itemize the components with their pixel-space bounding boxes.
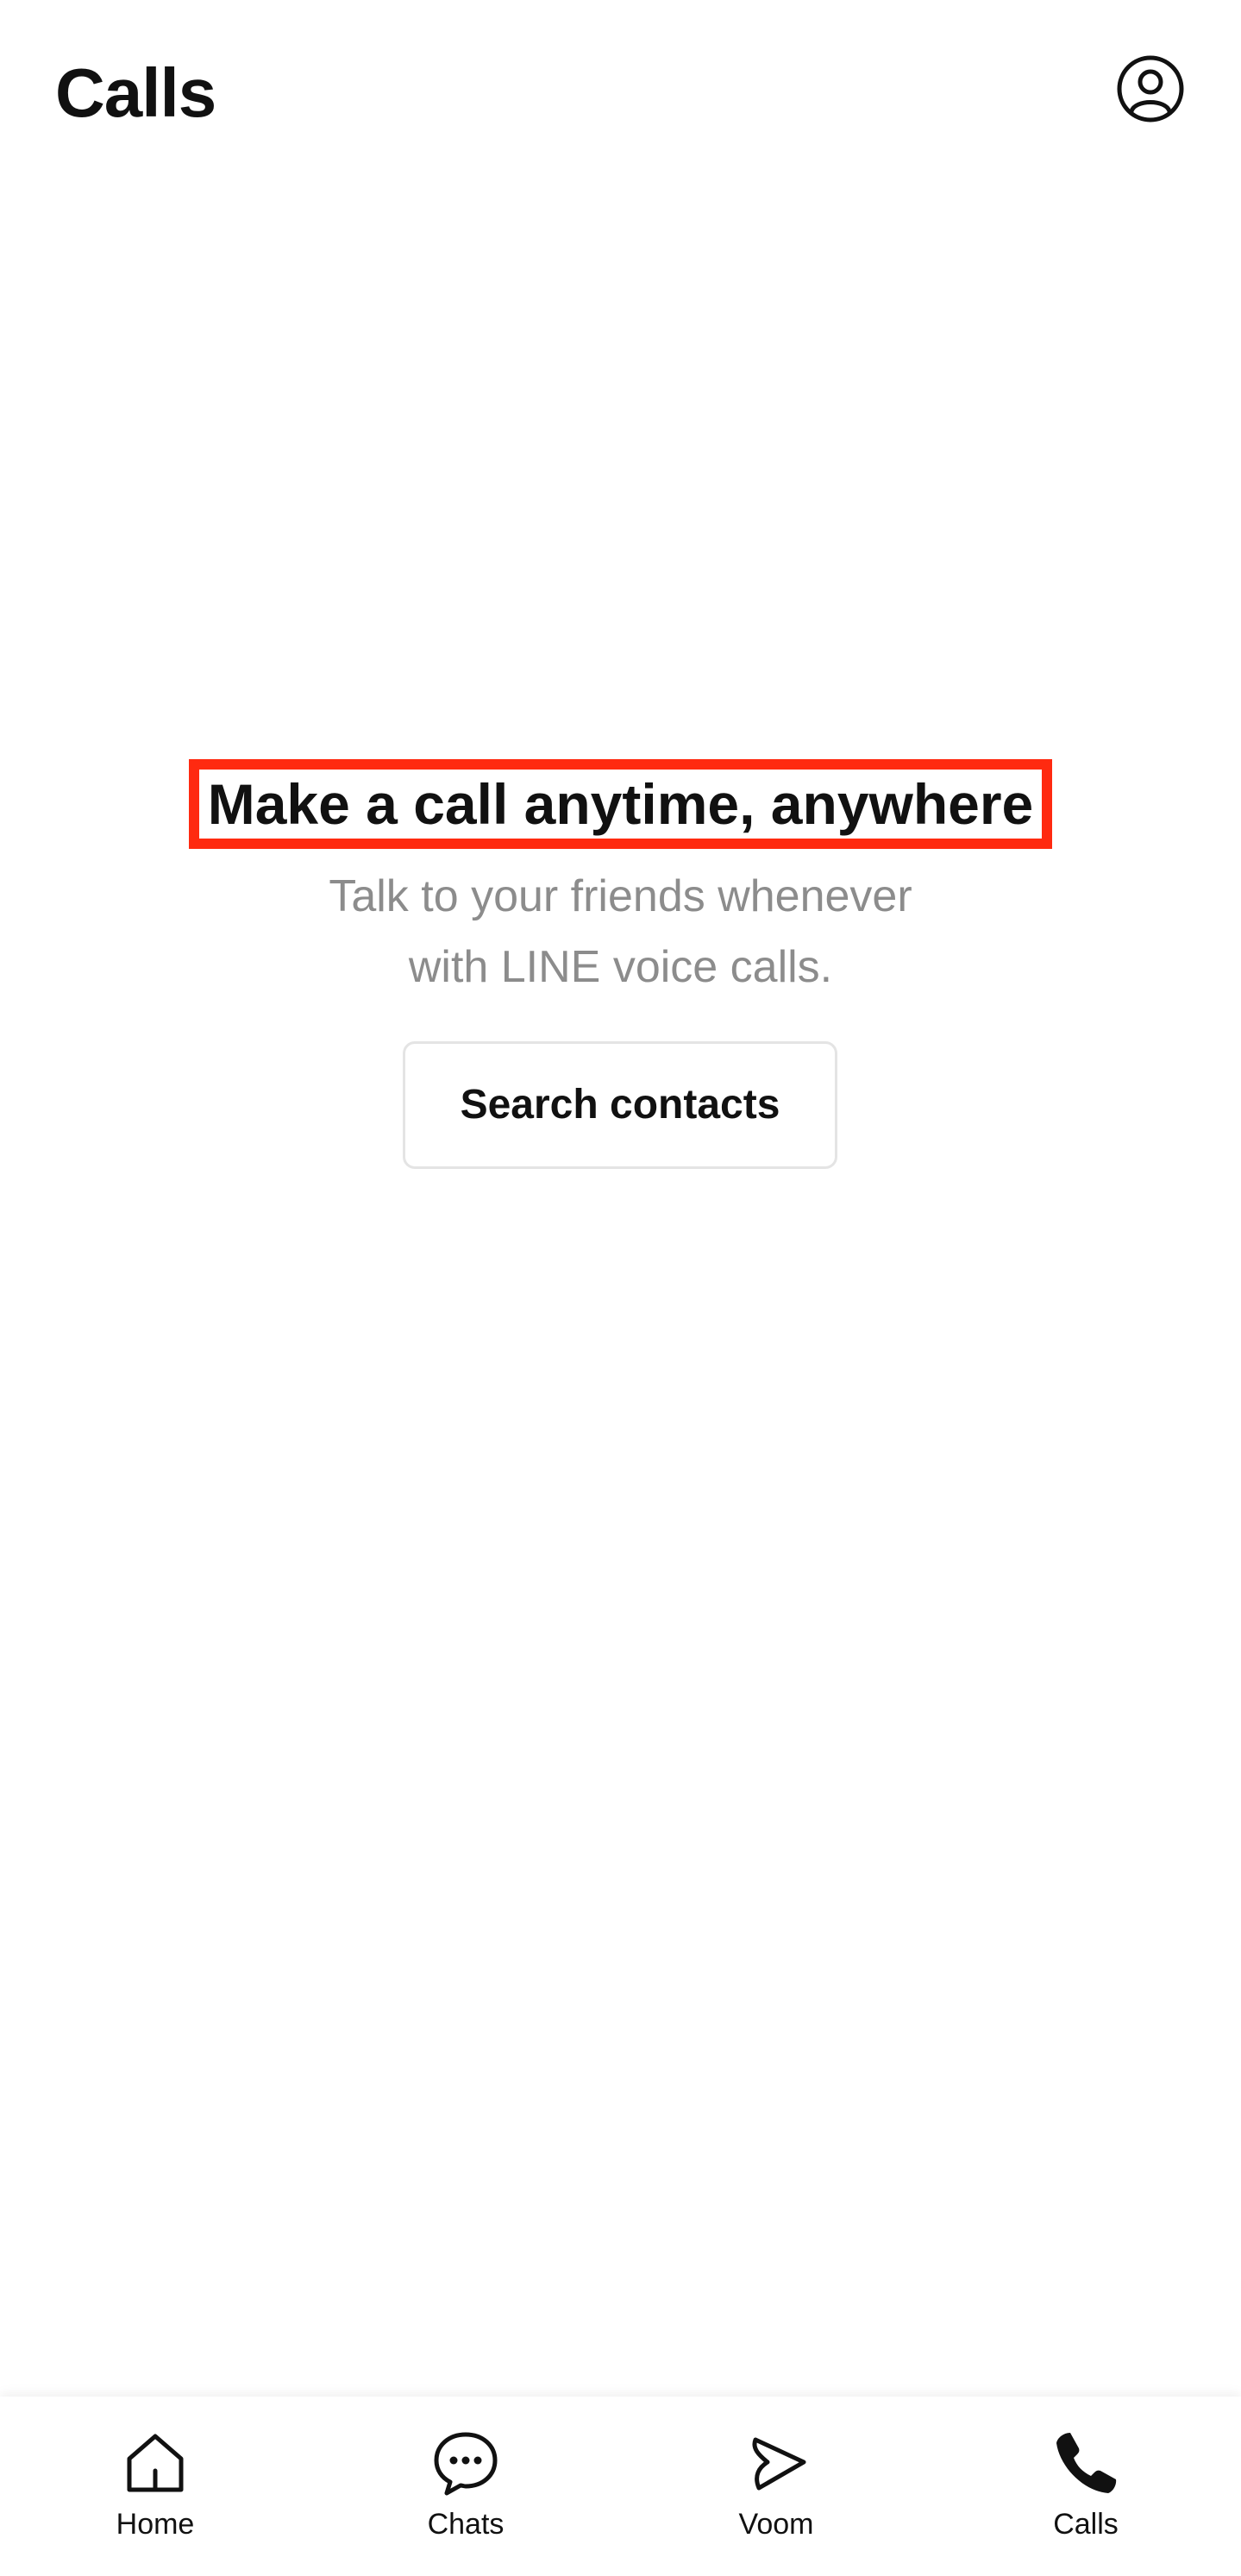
profile-icon[interactable] (1116, 54, 1185, 123)
header-bar: Calls (0, 0, 1241, 190)
empty-state: Make a call anytime, anywhere Talk to yo… (0, 759, 1241, 1002)
tab-calls-label: Calls (1053, 2508, 1119, 2541)
tab-home[interactable]: Home (0, 2397, 310, 2576)
headline-highlight: Make a call anytime, anywhere (188, 759, 1053, 849)
bottom-tab-bar: Home Chats Voom Calls (0, 2397, 1241, 2576)
chat-icon (434, 2432, 498, 2496)
empty-state-headline: Make a call anytime, anywhere (207, 772, 1034, 836)
subtitle-line-1: Talk to your friends whenever (329, 871, 912, 921)
subtitle-line-2: with LINE voice calls. (408, 942, 833, 992)
phone-icon (1056, 2433, 1117, 2493)
page-title: Calls (55, 54, 216, 131)
voom-icon (752, 2437, 806, 2491)
tab-voom-label: Voom (738, 2508, 814, 2541)
home-icon (127, 2434, 184, 2492)
tab-calls[interactable]: Calls (931, 2397, 1241, 2576)
tab-chats[interactable]: Chats (310, 2397, 621, 2576)
search-contacts-button[interactable]: Search contacts (403, 1041, 837, 1169)
tab-home-label: Home (116, 2508, 195, 2541)
tab-voom[interactable]: Voom (621, 2397, 931, 2576)
tab-chats-label: Chats (427, 2508, 505, 2541)
empty-state-subtitle: Talk to your friends whenever with LINE … (0, 861, 1241, 1002)
